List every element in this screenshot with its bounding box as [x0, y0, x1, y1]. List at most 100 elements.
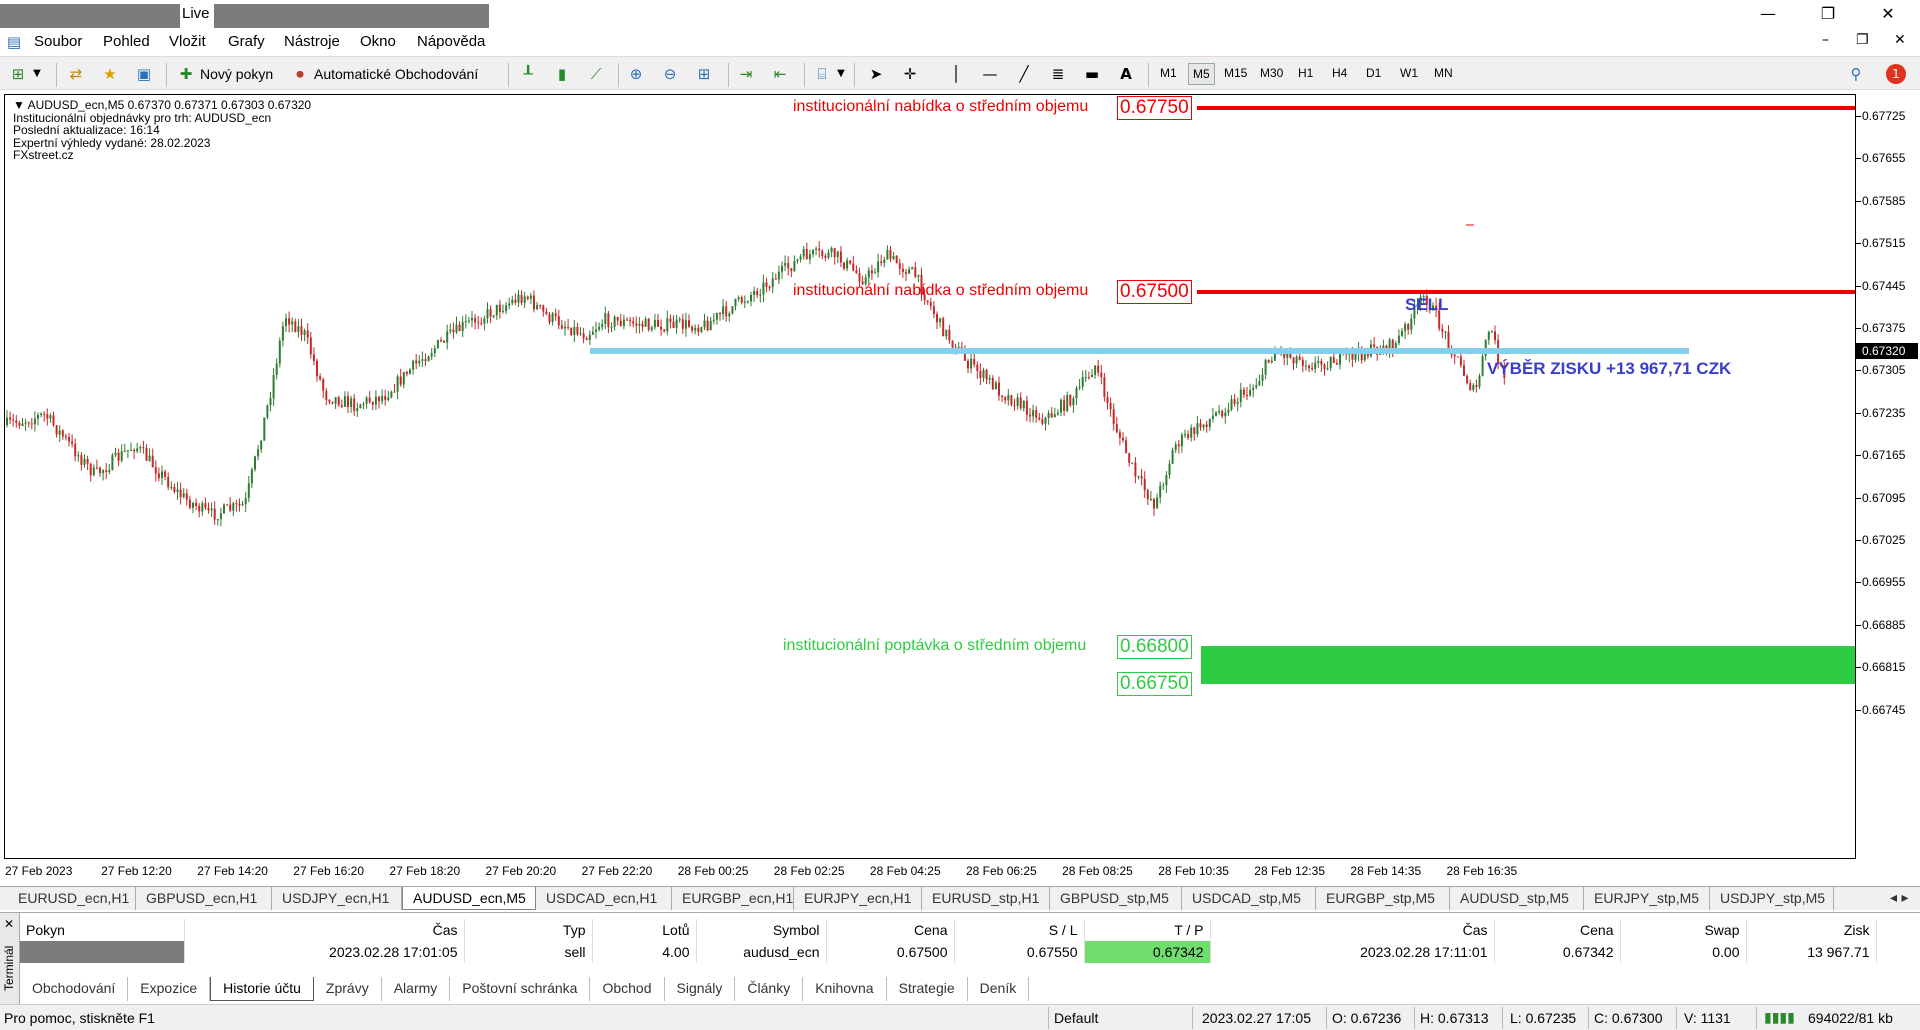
toolbar-separator: [728, 63, 729, 87]
timeframe-m30[interactable]: M30: [1256, 63, 1287, 85]
close-button[interactable]: ✕: [1860, 0, 1916, 30]
chart-tab[interactable]: USDJPY_stp,M5: [1710, 887, 1834, 910]
col-order[interactable]: Pokyn: [20, 919, 185, 941]
terminal-tab[interactable]: Strategie: [887, 977, 968, 1001]
timeframe-h4[interactable]: H4: [1328, 63, 1351, 85]
chart-tab[interactable]: EURUSD_ecn,H1: [8, 887, 136, 910]
timeframe-d1[interactable]: D1: [1362, 63, 1385, 85]
fibonacci-tool-button[interactable]: ≣: [1048, 62, 1068, 86]
menu-view[interactable]: Pohled: [103, 33, 150, 50]
chart-tab[interactable]: EURGBP_ecn,H1: [672, 887, 794, 910]
timeframe-w1[interactable]: W1: [1396, 63, 1422, 85]
status-profile[interactable]: Default: [1054, 1010, 1098, 1026]
col-open-time[interactable]: Čas: [184, 919, 465, 941]
table-row[interactable]: 2023.02.28 17:01:05 sell 4.00 audusd_ecn…: [20, 941, 1877, 963]
terminal-tab[interactable]: Obchod: [590, 977, 665, 1001]
chart-tab[interactable]: GBPUSD_ecn,H1: [136, 887, 272, 910]
chart-tab[interactable]: USDJPY_ecn,H1: [272, 887, 402, 910]
chart-window[interactable]: ▼ AUDUSD_ecn,M5 0.67370 0.67371 0.67303 …: [0, 91, 1920, 884]
chart-tab[interactable]: EURJPY_ecn,H1: [794, 887, 922, 910]
child-minimize-icon[interactable]: –: [1822, 32, 1829, 48]
new-chart-button[interactable]: ⊞ ▼: [8, 62, 42, 86]
menu-file[interactable]: Soubor: [34, 33, 82, 50]
tab-scroll-arrows-icon[interactable]: ◂ ▸: [1880, 887, 1919, 910]
terminal-tab[interactable]: Poštovní schránka: [450, 977, 591, 1001]
navigator-button[interactable]: ★: [100, 62, 120, 86]
child-restore-icon[interactable]: ❐: [1856, 32, 1869, 48]
auto-scroll-button[interactable]: ⇥: [736, 62, 756, 86]
new-order-button[interactable]: ✚ Nový pokyn: [176, 62, 273, 86]
terminal-tab[interactable]: Články: [735, 977, 804, 1001]
menu-help[interactable]: Nápověda: [417, 33, 485, 50]
notifications-button[interactable]: 1: [1886, 62, 1906, 86]
terminal-tab[interactable]: Knihovna: [803, 977, 887, 1001]
horizontal-line-tool-button[interactable]: —: [980, 62, 1000, 86]
auto-trading-button[interactable]: ⏺ Automatické Obchodování: [290, 62, 478, 86]
bar-chart-button[interactable]: ┸: [518, 62, 538, 86]
timeframe-m5[interactable]: M5: [1188, 63, 1215, 85]
col-tp[interactable]: T / P: [1084, 919, 1211, 941]
chart-tab[interactable]: EURJPY_stp,M5: [1584, 887, 1710, 910]
terminal-tab[interactable]: Alarmy: [382, 977, 451, 1001]
search-button[interactable]: ⚲: [1846, 62, 1866, 86]
col-sl[interactable]: S / L: [954, 919, 1085, 941]
toolbar-separator: [854, 63, 855, 87]
terminal-tab[interactable]: Expozice: [128, 977, 211, 1001]
chart-tab[interactable]: USDCAD_ecn,H1: [536, 887, 672, 910]
price-axis[interactable]: 0.67725 0.67655 0.67585 0.67515 0.67445 0.673…: [1855, 94, 1920, 859]
chart-tab[interactable]: EURUSD_stp,H1: [922, 887, 1050, 910]
app-icon[interactable]: ▤: [4, 32, 24, 52]
market-watch-button[interactable]: ⇄: [66, 62, 86, 86]
line-chart-button[interactable]: ⟋: [586, 62, 606, 86]
col-close-time[interactable]: Čas: [1210, 919, 1495, 941]
vertical-line-tool-button[interactable]: │: [946, 62, 966, 86]
col-open-price[interactable]: Cena: [826, 919, 955, 941]
menu-charts[interactable]: Grafy: [228, 33, 265, 50]
zoom-out-button[interactable]: ⊖: [660, 62, 680, 86]
tile-windows-button[interactable]: ⊞: [694, 62, 714, 86]
text-tool-button[interactable]: A: [1116, 62, 1136, 86]
menu-tools[interactable]: Nástroje: [284, 33, 340, 50]
col-type[interactable]: Typ: [464, 919, 593, 941]
zoom-in-button[interactable]: ⊕: [626, 62, 646, 86]
trendline-tool-button[interactable]: ╱: [1014, 62, 1034, 86]
candle-chart-button[interactable]: ▮: [552, 62, 572, 86]
chart-canvas[interactable]: ▼ AUDUSD_ecn,M5 0.67370 0.67371 0.67303 …: [4, 94, 1856, 859]
demand-zone[interactable]: [1201, 646, 1856, 684]
terminal-tab[interactable]: Obchodování: [20, 977, 129, 1001]
timeframe-mn[interactable]: MN: [1430, 63, 1457, 85]
cursor-tool-button[interactable]: ➤: [866, 62, 886, 86]
child-close-icon[interactable]: ✕: [1894, 32, 1906, 48]
chart-tabs: EURUSD_ecn,H1 GBPUSD_ecn,H1 USDJPY_ecn,H1 A…: [0, 886, 1920, 910]
menu-window[interactable]: Okno: [360, 33, 396, 50]
new-order-icon: ✚: [179, 65, 193, 83]
timeframe-m1[interactable]: M1: [1156, 63, 1181, 85]
timeframe-h1[interactable]: H1: [1294, 63, 1317, 85]
collapse-arrow-icon[interactable]: ▼: [13, 98, 28, 112]
terminal-tab[interactable]: Historie účtu: [210, 977, 314, 1001]
terminal-close-icon[interactable]: ✕: [4, 917, 14, 931]
terminal-toggle-button[interactable]: ▣: [134, 62, 154, 86]
terminal-tab[interactable]: Zprávy: [314, 977, 382, 1001]
terminal-tab[interactable]: Signály: [665, 977, 736, 1001]
rectangle-tool-button[interactable]: ▬: [1082, 62, 1102, 86]
col-close-price[interactable]: Cena: [1494, 919, 1621, 941]
terminal-tab[interactable]: Deník: [968, 977, 1030, 1001]
col-profit[interactable]: Zisk: [1746, 919, 1877, 941]
chart-shift-button[interactable]: ⇤: [770, 62, 790, 86]
chart-tab[interactable]: GBPUSD_stp,M5: [1050, 887, 1182, 910]
timeframe-m15[interactable]: M15: [1220, 63, 1251, 85]
minimize-button[interactable]: —: [1740, 0, 1796, 30]
crosshair-tool-button[interactable]: ✛: [900, 62, 920, 86]
time-axis[interactable]: 27 Feb 2023 27 Feb 12:20 27 Feb 14:20 27 Fe…: [4, 860, 1856, 884]
col-lots[interactable]: Lotů: [592, 919, 697, 941]
col-swap[interactable]: Swap: [1620, 919, 1747, 941]
indicators-button[interactable]: ⌸ ▼: [812, 62, 846, 86]
chart-tab[interactable]: EURGBP_stp,M5: [1316, 887, 1450, 910]
maximize-button[interactable]: ❐: [1800, 0, 1856, 30]
chart-tab[interactable]: USDCAD_stp,M5: [1182, 887, 1316, 910]
chart-tab[interactable]: AUDUSD_ecn,M5: [402, 887, 536, 910]
chart-tab[interactable]: AUDUSD_stp,M5: [1450, 887, 1584, 910]
col-symbol[interactable]: Symbol: [696, 919, 827, 941]
menu-insert[interactable]: Vložit: [169, 33, 206, 50]
